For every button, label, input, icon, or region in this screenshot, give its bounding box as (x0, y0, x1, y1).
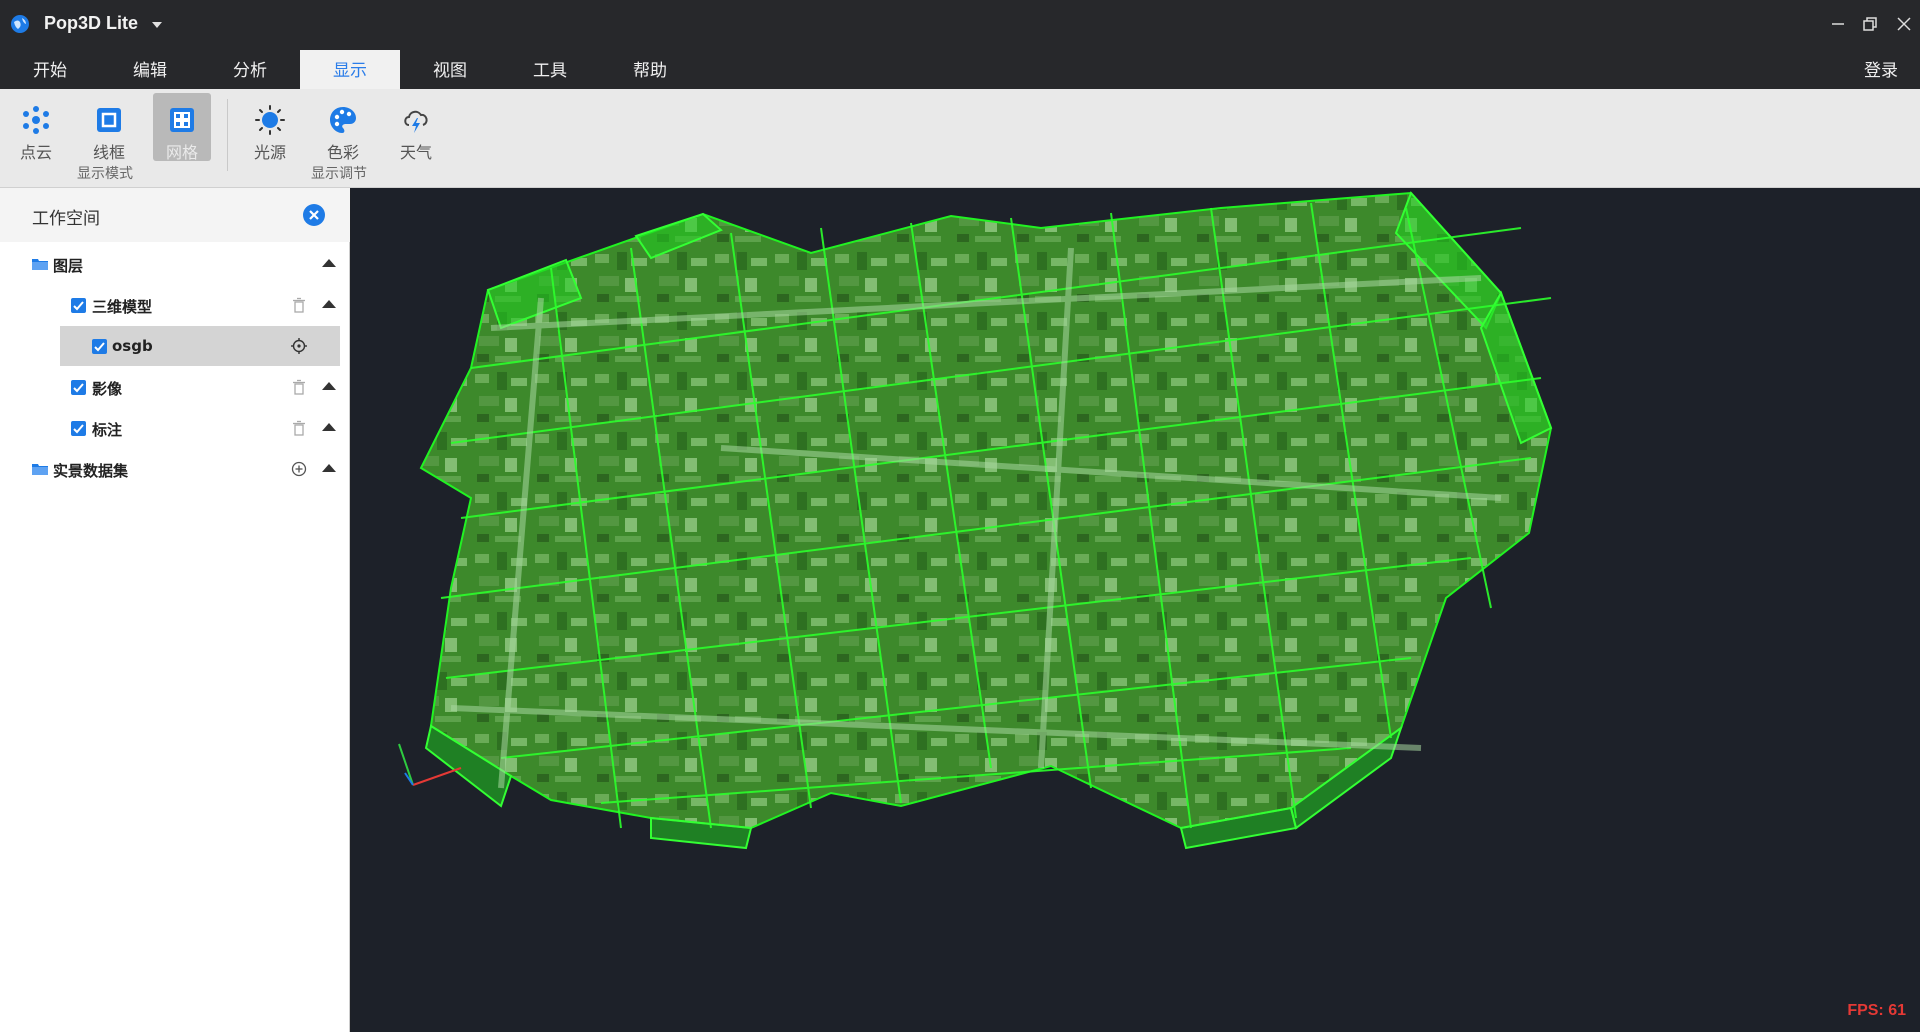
checkbox-imagery[interactable] (71, 380, 86, 395)
checkbox-3d-model[interactable] (71, 298, 86, 313)
tree-label-reality-dataset: 实景数据集 (53, 462, 129, 480)
add-circle-icon[interactable] (290, 460, 308, 478)
tree-item-annotation[interactable]: 标注 (0, 408, 350, 448)
locate-icon[interactable] (290, 337, 308, 355)
menu-start[interactable]: 开始 (0, 50, 100, 89)
osgb-model[interactable] (419, 191, 1553, 850)
point-cloud-button[interactable]: 点云 (7, 93, 65, 162)
trash-icon[interactable] (292, 420, 306, 436)
check-icon (73, 383, 84, 393)
sun-icon (255, 105, 285, 135)
workspace-panel: 工作空间 图层 三维模型 osgb 影像 标注 实景数据集 (0, 188, 350, 1032)
mesh-label: 网格 (165, 143, 198, 162)
wireframe-icon (97, 108, 121, 132)
menu-tools[interactable]: 工具 (500, 50, 600, 89)
menu-edit[interactable]: 编辑 (100, 50, 200, 89)
collapse-icon[interactable] (322, 259, 336, 267)
3d-viewport[interactable]: FPS: 61 (351, 188, 1920, 1032)
display-mode-group-label: 显示模式 (77, 166, 133, 182)
check-icon (73, 301, 84, 311)
close-icon[interactable] (1892, 12, 1916, 36)
point-cloud-label: 点云 (19, 143, 52, 162)
color-button[interactable]: 色彩 (314, 93, 372, 162)
menu-help[interactable]: 帮助 (600, 50, 700, 89)
trash-icon[interactable] (292, 379, 306, 395)
workspace-header: 工作空间 (0, 188, 350, 242)
app-menu-dropdown-icon[interactable] (152, 22, 162, 28)
trash-icon[interactable] (292, 297, 306, 313)
minimize-icon[interactable] (1826, 12, 1850, 36)
fps-counter: FPS: 61 (1847, 1002, 1906, 1019)
tree-label-imagery: 影像 (92, 380, 123, 398)
mesh-grid-icon (170, 108, 194, 132)
workspace-title: 工作空间 (32, 209, 100, 229)
tree-label-annotation: 标注 (92, 421, 123, 439)
tree-label-layers: 图层 (53, 257, 84, 275)
app-logo-icon (11, 15, 29, 33)
menu-view[interactable]: 视图 (400, 50, 500, 89)
tree-label-osgb: osgb (112, 337, 153, 355)
tree-item-reality-dataset[interactable]: 实景数据集 (0, 449, 350, 489)
weather-button[interactable]: 天气 (387, 93, 445, 162)
collapse-icon[interactable] (322, 423, 336, 431)
color-label: 色彩 (326, 143, 359, 162)
tree-item-layers[interactable]: 图层 (0, 244, 350, 284)
mesh-button[interactable]: 网格 (153, 93, 211, 162)
checkbox-osgb[interactable] (92, 339, 107, 354)
tree-item-3d-model[interactable]: 三维模型 (0, 285, 350, 325)
collapse-icon[interactable] (322, 300, 336, 308)
wireframe-button[interactable]: 线框 (80, 93, 138, 162)
menu-bar: 开始 编辑 分析 显示 视图 工具 帮助 登录 (0, 50, 1920, 89)
restore-icon[interactable] (1858, 12, 1882, 36)
app-title: Pop3D Lite (44, 13, 139, 33)
weather-icon (404, 110, 428, 133)
collapse-icon[interactable] (322, 382, 336, 390)
title-bar: Pop3D Lite (0, 0, 1920, 50)
tree-item-osgb[interactable]: osgb (60, 326, 340, 366)
light-source-button[interactable]: 光源 (241, 93, 299, 162)
close-circle-icon (309, 210, 319, 220)
light-source-label: 光源 (253, 143, 286, 162)
folder-icon (32, 464, 48, 475)
login-link[interactable]: 登录 (1864, 50, 1898, 89)
collapse-icon[interactable] (322, 464, 336, 472)
checkbox-annotation[interactable] (71, 421, 86, 436)
tree-item-imagery[interactable]: 影像 (0, 367, 350, 407)
menu-display[interactable]: 显示 (300, 50, 400, 89)
check-icon (73, 424, 84, 434)
workspace-close-button[interactable] (303, 204, 325, 226)
display-adjust-group-label: 显示调节 (311, 166, 367, 182)
point-cloud-icon (23, 106, 49, 134)
weather-label: 天气 (399, 143, 432, 162)
wireframe-label: 线框 (92, 143, 125, 162)
folder-icon (32, 259, 48, 270)
ribbon-separator (227, 99, 228, 171)
menu-analysis[interactable]: 分析 (200, 50, 300, 89)
ribbon-toolbar: 点云 线框 网格 显示模式 光源 色彩 天气 显示调节 (0, 89, 1920, 188)
check-icon (94, 342, 105, 352)
osgb-scene[interactable] (351, 188, 1920, 1032)
palette-icon (330, 107, 356, 133)
tree-label-3d-model: 三维模型 (92, 298, 153, 316)
